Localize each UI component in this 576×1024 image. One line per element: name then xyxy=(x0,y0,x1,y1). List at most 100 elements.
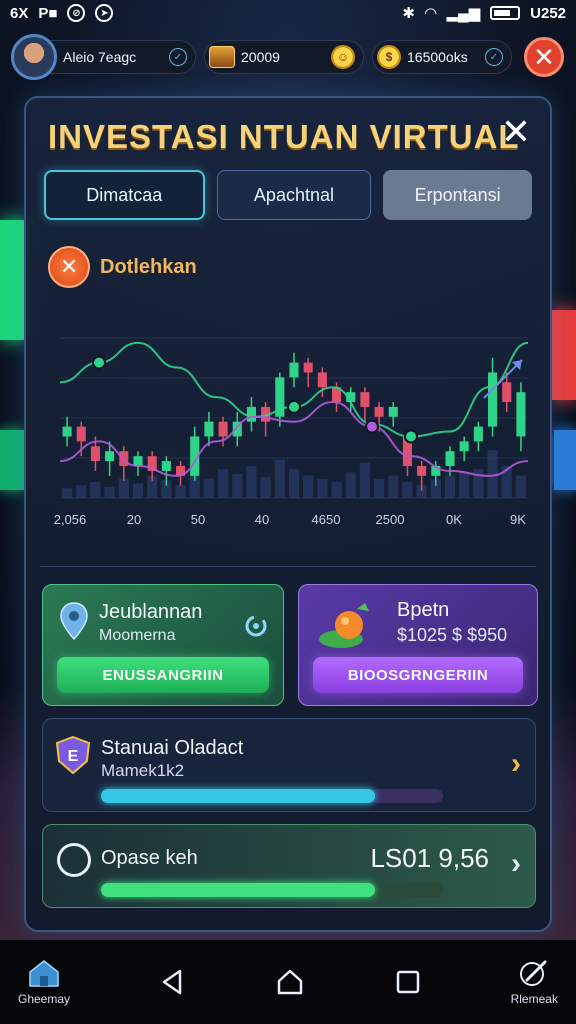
refresh-icon[interactable] xyxy=(243,613,269,639)
bluetooth-icon: ✱ xyxy=(402,5,415,22)
fruit-icon xyxy=(319,603,369,648)
series-node xyxy=(92,355,106,370)
avatar[interactable] xyxy=(11,34,57,80)
section-divider xyxy=(40,566,536,567)
nav-settings[interactable]: Rlemeak xyxy=(511,958,558,1006)
svg-text:E: E xyxy=(68,748,79,765)
row-1-progress-fill xyxy=(101,789,375,803)
shield-badge-icon: E xyxy=(55,735,91,775)
compass-icon: ⊘ xyxy=(67,4,86,22)
smile-coin-icon[interactable]: ☺ xyxy=(331,45,355,69)
volume-bar xyxy=(459,472,470,498)
x-tick-label: 2,056 xyxy=(54,512,87,527)
status-time: U252 xyxy=(530,4,566,22)
candle-body xyxy=(388,406,398,417)
x-tick-label: 9K xyxy=(510,512,526,527)
player-name: Aleio 7eagc xyxy=(63,49,137,65)
row-1-progress-track xyxy=(101,789,443,803)
candle-body xyxy=(76,426,86,442)
add-currency-icon[interactable]: ✓ xyxy=(485,48,503,66)
x-tick-label: 50 xyxy=(191,512,205,527)
row-1-title: Stanuai Oladact xyxy=(101,737,244,759)
candle-body xyxy=(360,392,370,407)
gems-value: 16500oks xyxy=(407,49,468,65)
candle-body xyxy=(417,466,427,476)
player-pill[interactable]: Aleio 7eagc ✓ xyxy=(11,34,196,80)
series-node xyxy=(365,419,379,434)
row-1-subtitle: Mamek1k2 xyxy=(101,761,185,780)
candle-body xyxy=(246,406,256,422)
candle-body xyxy=(317,372,327,388)
error-icon[interactable]: ✕ xyxy=(48,246,90,288)
candle-body xyxy=(133,456,143,466)
recent-apps-icon[interactable] xyxy=(393,967,423,997)
close-panel-button[interactable]: ✕ xyxy=(498,114,534,150)
status-indicator-1: 6X xyxy=(10,4,29,22)
series-node xyxy=(404,429,418,444)
volume-bar xyxy=(90,482,101,498)
gems-pill[interactable]: $ 16500oks ✓ xyxy=(372,40,512,74)
card-right[interactable]: Bpetn $1025 $ $950 BIOOSGRNGERIIN xyxy=(298,584,538,706)
progress-row-2[interactable]: Opase keh LS01 9,56 › xyxy=(42,824,536,908)
x-tick-label: 40 xyxy=(255,512,269,527)
candle-body xyxy=(90,446,100,462)
card-left-button[interactable]: ENUSSANGRIIN xyxy=(57,657,269,693)
status-indicator-2: P■ xyxy=(38,4,58,22)
volume-bar xyxy=(515,475,526,498)
tab-3[interactable]: Erpontansi xyxy=(383,170,532,220)
back-icon[interactable] xyxy=(158,967,188,997)
volume-bar xyxy=(62,488,73,498)
candle-body xyxy=(488,372,498,427)
nav-settings-label: Rlemeak xyxy=(510,992,558,1006)
volume-bar xyxy=(345,472,356,498)
alert-label: Dotlehkan xyxy=(100,255,197,278)
candle-body xyxy=(374,406,384,417)
chevron-right-icon[interactable]: › xyxy=(511,747,521,781)
volume-bar xyxy=(359,462,370,498)
battery-icon xyxy=(490,6,521,20)
volume-bar xyxy=(246,466,257,498)
edit-icon[interactable]: ✓ xyxy=(169,48,187,66)
volume-bar xyxy=(118,478,129,498)
card-right-button[interactable]: BIOOSGRNGERIIN xyxy=(313,657,523,693)
volume-bar xyxy=(388,475,399,498)
investment-panel: INVESTASI NTUAN VIRTUAL ✕ Dimatcaa Apach… xyxy=(24,96,552,932)
tab-1[interactable]: Dimatcaa xyxy=(44,170,205,220)
x-tick-label: 0K xyxy=(446,512,462,527)
nav-home[interactable]: Gheemay xyxy=(18,958,70,1006)
timer-icon xyxy=(57,843,91,877)
card-left[interactable]: Jeublannan Moomerna ENUSSANGRIIN xyxy=(42,584,284,706)
volume-bar xyxy=(218,469,229,498)
row-2-progress-fill xyxy=(101,883,375,897)
candle-body xyxy=(204,421,214,437)
coins-value: 20009 xyxy=(241,49,280,65)
volume-bar xyxy=(288,469,300,498)
volume-bar xyxy=(76,485,87,498)
card-right-price: $1025 $ $950 xyxy=(397,625,508,645)
close-game-button[interactable]: ✕ xyxy=(524,37,564,77)
x-tick-label: 20 xyxy=(127,512,141,527)
candle-body xyxy=(502,382,512,402)
tab-2[interactable]: Apachtnal xyxy=(216,170,372,220)
volume-bar xyxy=(473,469,484,498)
candle-body xyxy=(62,426,72,437)
coins-pill[interactable]: 20009 ☺ xyxy=(204,40,364,74)
map-pin-icon xyxy=(60,602,88,641)
price-chart: 2,056 20 50 40 4650 2500 0K 9K xyxy=(54,337,529,527)
volume-bar xyxy=(303,475,314,498)
volume-bar xyxy=(260,477,271,498)
home-button-icon[interactable] xyxy=(275,967,305,997)
neon-sign-right xyxy=(552,310,576,400)
treasure-chest-icon xyxy=(209,46,235,68)
chevron-right-icon[interactable]: › xyxy=(511,847,521,881)
wrench-icon xyxy=(520,960,547,986)
row-2-amount: LS01 9,56 xyxy=(370,843,489,873)
navigation-icon: ➤ xyxy=(95,4,114,22)
volume-bar xyxy=(232,474,243,498)
volume-bar xyxy=(203,478,214,498)
alert-row: ✕ Dotlehkan xyxy=(48,246,197,288)
card-left-subtitle: Moomerna xyxy=(99,627,176,644)
progress-row-1[interactable]: E Stanuai Oladact Mamek1k2 › xyxy=(42,718,536,812)
volume-bar xyxy=(374,478,385,498)
nav-home-label: Gheemay xyxy=(18,992,71,1006)
